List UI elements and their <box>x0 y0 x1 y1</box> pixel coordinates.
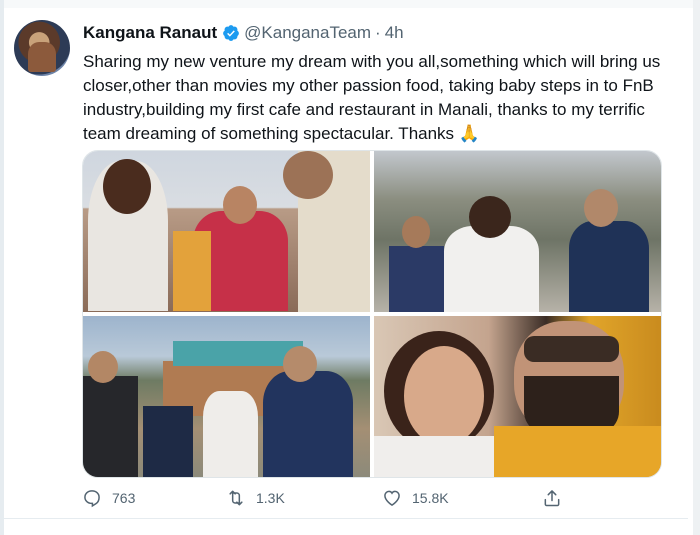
retweet-icon <box>229 490 243 506</box>
reply-button[interactable]: 763 <box>82 488 135 508</box>
like-count: 15.8K <box>412 490 449 506</box>
reply-count: 763 <box>112 490 136 506</box>
tweet-text: Sharing my new venture my dream with you… <box>83 52 661 143</box>
share-icon <box>544 490 560 507</box>
like-button[interactable]: 15.8K <box>382 488 449 508</box>
author-handle[interactable]: @KanganaTeam <box>244 23 371 43</box>
retweet-button[interactable]: 1.3K <box>226 488 285 508</box>
photo-selfie[interactable] <box>374 316 661 477</box>
photo-group-cafe-site[interactable] <box>83 316 370 477</box>
reply-icon <box>84 490 100 508</box>
page-right-border <box>693 0 700 535</box>
verified-badge-icon <box>223 25 240 41</box>
retweet-count: 1.3K <box>256 490 285 506</box>
page-top-border <box>0 0 700 8</box>
photo-group-tablet[interactable] <box>83 151 370 312</box>
author-name[interactable]: Kangana Ranaut <box>83 23 217 43</box>
tweet-header: Kangana Ranaut @KanganaTeam · 4h <box>83 22 404 44</box>
share-button[interactable] <box>542 488 572 508</box>
like-icon <box>384 490 400 506</box>
photo-group-mountains[interactable] <box>374 151 661 312</box>
tweet-actions: 763 1.3K 15.8K <box>82 488 582 510</box>
media-grid <box>82 150 662 478</box>
separator-dot: · <box>375 23 381 42</box>
avatar[interactable] <box>14 20 70 76</box>
tweet-timestamp[interactable]: 4h <box>385 23 404 43</box>
tweet-card[interactable]: Kangana Ranaut @KanganaTeam · 4h Sharing… <box>4 8 688 519</box>
